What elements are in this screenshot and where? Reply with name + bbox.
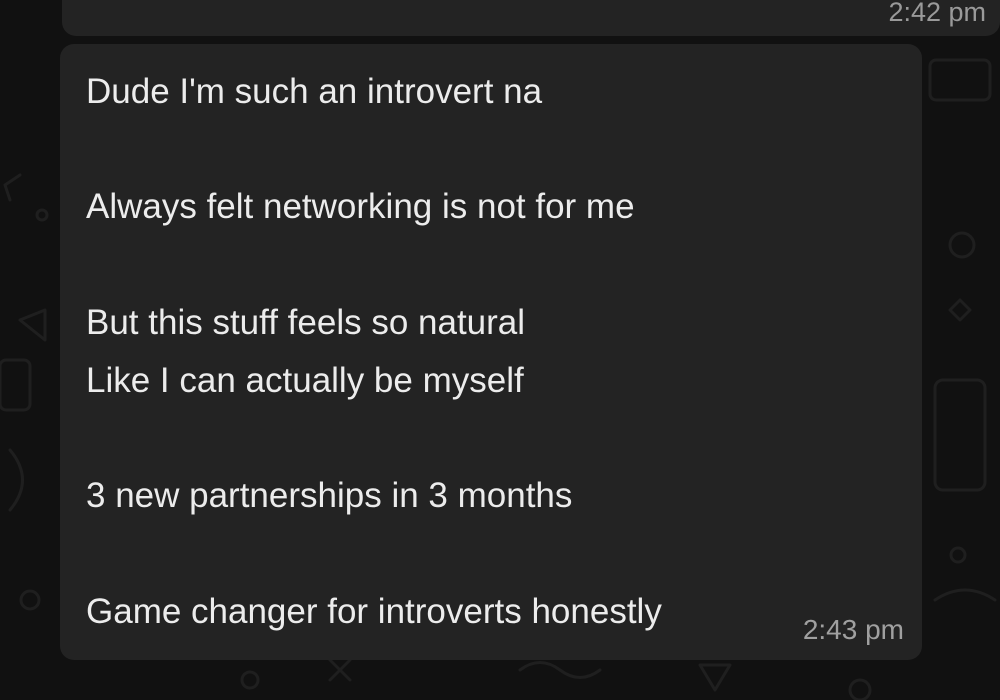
previous-message-bubble[interactable]: 2:42 pm: [62, 0, 1000, 36]
message-timestamp: 2:43 pm: [802, 614, 904, 645]
message-bubble[interactable]: Dude I'm such an introvert na Always fel…: [60, 44, 922, 660]
message-line-6: Game changer for introverts honestly: [86, 592, 662, 631]
message-line-2: Always felt networking is not for me: [86, 187, 635, 226]
message-line-3: But this stuff feels so natural: [86, 303, 526, 342]
message-line-1: Dude I'm such an introvert na: [86, 72, 543, 111]
message-line-4: Like I can actually be myself: [86, 361, 524, 400]
message-line-5: 3 new partnerships in 3 months: [86, 476, 573, 515]
chat-background: 2:42 pm Dude I'm such an introvert na Al…: [0, 0, 1000, 700]
previous-message-timestamp: 2:42 pm: [888, 0, 986, 27]
